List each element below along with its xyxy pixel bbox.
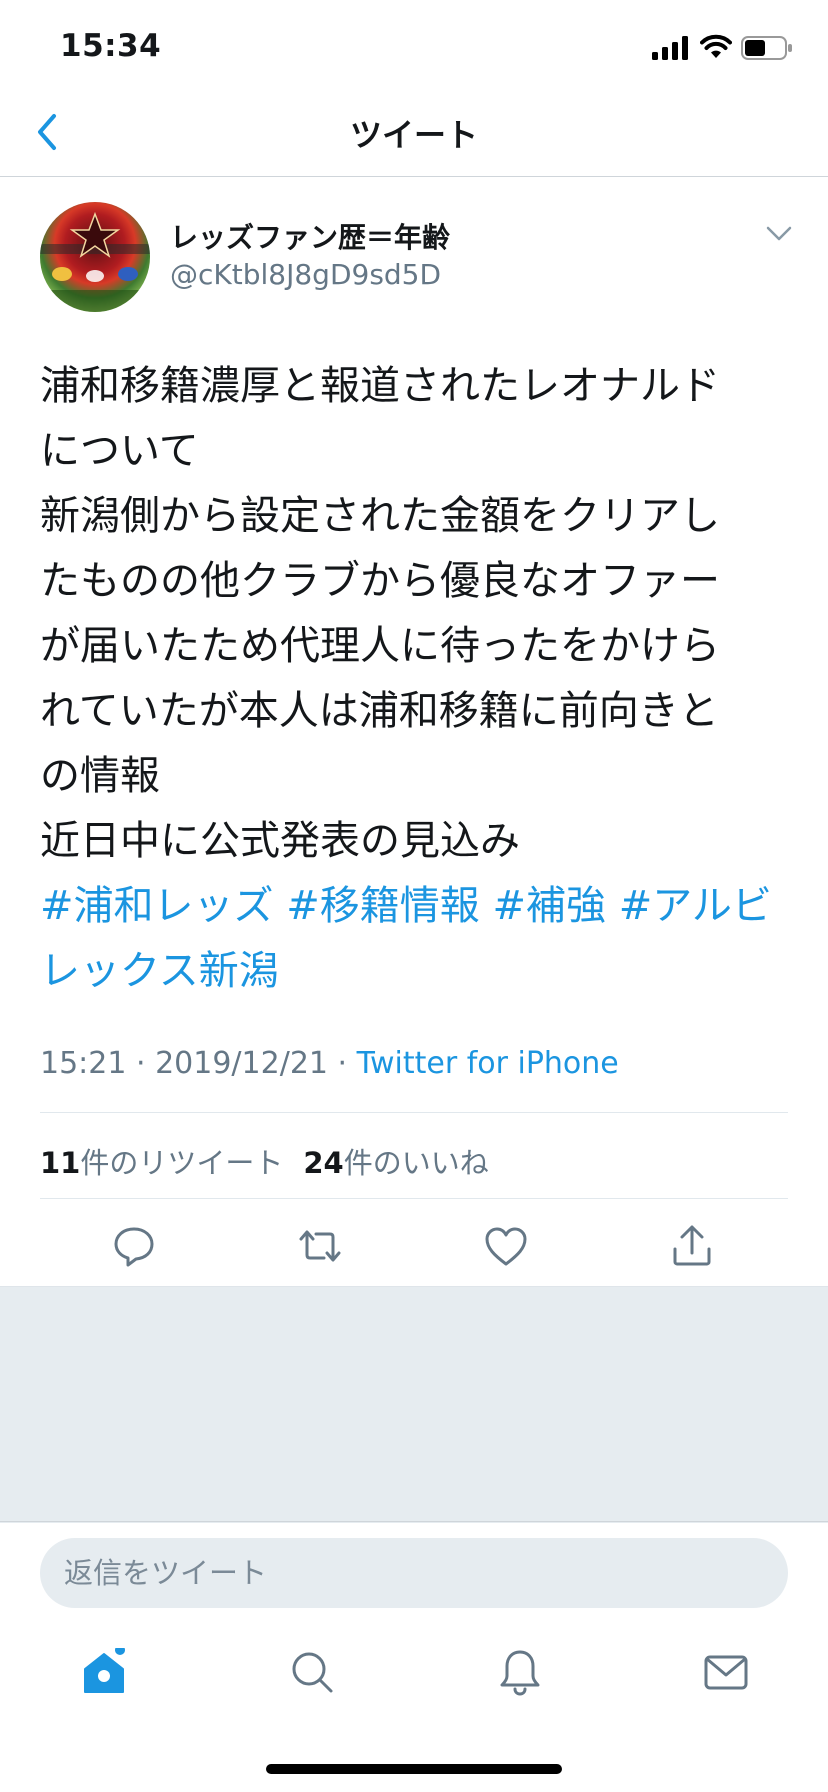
tweet-meta: 15:21 · 2019/12/21 · Twitter for iPhone: [40, 1046, 619, 1081]
hashtag-link[interactable]: #浦和レッズ: [40, 883, 274, 929]
hashtag-link[interactable]: #アルビ: [619, 883, 772, 929]
retweet-count-link[interactable]: 11件のリツイート: [40, 1146, 283, 1180]
messages-icon[interactable]: [702, 1648, 750, 1696]
tweet-line: 浦和移籍濃厚と報道されたレオナルド: [40, 363, 720, 409]
hashtag-link[interactable]: #補強: [492, 883, 606, 929]
tweet-line: について: [40, 428, 199, 474]
wifi-icon: [700, 34, 732, 58]
hashtag-link[interactable]: #移籍情報: [286, 883, 480, 929]
retweet-count: 11: [40, 1146, 81, 1180]
notifications-icon[interactable]: [496, 1648, 544, 1696]
hashtag-line: レックス新潟: [40, 939, 800, 1004]
page-title: ツイート: [349, 116, 478, 154]
home-indicator: [266, 1764, 562, 1774]
chevron-down-icon[interactable]: [764, 222, 794, 244]
reply-input[interactable]: [40, 1538, 788, 1608]
tweet-line: 近日中に公式発表の見込み: [40, 818, 520, 864]
retweet-count-label: 件のリツイート: [80, 1146, 284, 1180]
divider: [40, 1198, 788, 1199]
divider: [40, 1112, 788, 1113]
replies-empty-area: [0, 1286, 828, 1523]
tweet-time: 15:21: [40, 1046, 127, 1081]
reply-icon[interactable]: [110, 1222, 158, 1270]
tweet-stats: 11件のリツイート 24件のいいね: [40, 1140, 489, 1182]
tweet-line: れていたが本人は浦和移籍に前向きと: [40, 688, 719, 734]
share-icon[interactable]: [668, 1222, 716, 1270]
avatar-image: [40, 211, 150, 312]
search-icon[interactable]: [288, 1648, 336, 1696]
author-name[interactable]: レッズファン歴＝年齢: [170, 216, 450, 256]
like-count-label: 件のいいね: [343, 1146, 489, 1180]
battery-icon: [741, 36, 792, 60]
retweet-icon[interactable]: [296, 1222, 344, 1270]
meta-separator: ·: [328, 1046, 357, 1081]
like-count: 24: [303, 1146, 344, 1180]
avatar[interactable]: [40, 202, 150, 312]
author-handle[interactable]: @cKtbl8J8gD9sd5D: [170, 258, 441, 291]
tweet-line: の情報: [40, 753, 160, 799]
chevron-left-icon[interactable]: [28, 108, 68, 156]
tweet-line: 新潟側から設定された金額をクリアし: [40, 493, 720, 539]
nav-divider: [0, 176, 828, 177]
like-icon[interactable]: [482, 1222, 530, 1270]
hashtag-line: #浦和レッズ #移籍情報 #補強 #アルビ: [40, 874, 800, 939]
tweet-text: 浦和移籍濃厚と報道されたレオナルド について 新潟側から設定された金額をクリアし…: [40, 354, 800, 1004]
tweet-date: 2019/12/21: [155, 1046, 328, 1081]
like-count-link[interactable]: 24件のいいね: [303, 1146, 488, 1180]
hashtag-link[interactable]: レックス新潟: [40, 948, 279, 994]
tweet-line: たものの他クラブから優良なオファー: [40, 558, 720, 604]
tweet-line: が届いたため代理人に待ったをかけら: [40, 623, 720, 669]
cellular-signal-icon: [652, 36, 688, 60]
meta-separator: ·: [126, 1046, 156, 1081]
status-time: 15:34: [60, 28, 162, 64]
tweet-source-link[interactable]: Twitter for iPhone: [357, 1046, 619, 1081]
divider: [0, 1521, 828, 1522]
home-icon[interactable]: [80, 1648, 128, 1696]
